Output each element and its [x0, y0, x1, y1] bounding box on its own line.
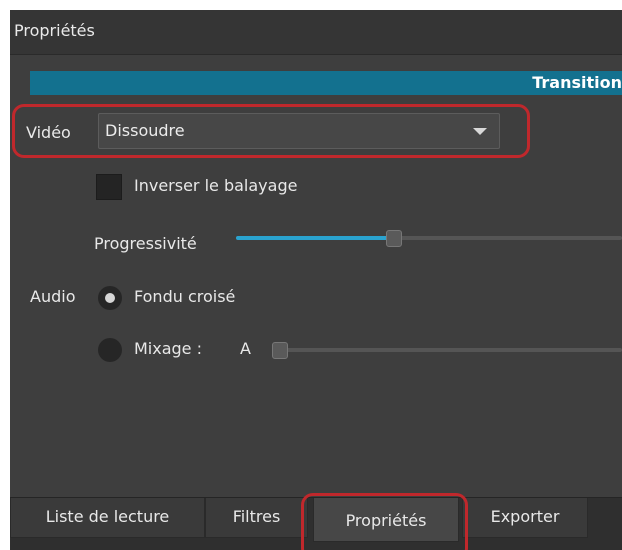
mix-radio[interactable] [98, 338, 122, 362]
properties-panel: Propriétés Transition Vidéo Dissoudre In… [10, 10, 622, 550]
video-row-highlight [12, 104, 530, 158]
mix-slider-handle[interactable] [272, 342, 288, 359]
tab-filters[interactable]: Filtres [205, 498, 308, 538]
panel-title: Propriétés [14, 21, 95, 40]
panel-titlebar: Propriétés [10, 10, 622, 55]
tab-playlist[interactable]: Liste de lecture [10, 498, 205, 538]
tab-export[interactable]: Exporter [462, 498, 588, 538]
softness-slider-fill [236, 236, 395, 240]
transition-header-bar: Transition [30, 71, 622, 95]
mix-slider-groove [274, 348, 622, 352]
tab-export-label: Exporter [490, 507, 560, 526]
softness-slider-handle[interactable] [386, 230, 403, 247]
invert-wipe-checkbox[interactable] [96, 174, 122, 200]
transition-header-label: Transition [532, 73, 622, 92]
crossfade-radio[interactable] [98, 286, 122, 310]
properties-tab-highlight [301, 493, 468, 550]
crossfade-label: Fondu croisé [134, 287, 236, 306]
tab-playlist-label: Liste de lecture [45, 507, 170, 526]
radio-selected-dot [105, 293, 115, 303]
audio-label: Audio [30, 287, 76, 306]
mix-side-label: A [240, 339, 251, 358]
mix-label: Mixage : [134, 339, 202, 358]
tab-filters-label: Filtres [232, 507, 281, 526]
softness-label: Progressivité [94, 234, 197, 253]
invert-wipe-label: Inverser le balayage [134, 176, 298, 195]
